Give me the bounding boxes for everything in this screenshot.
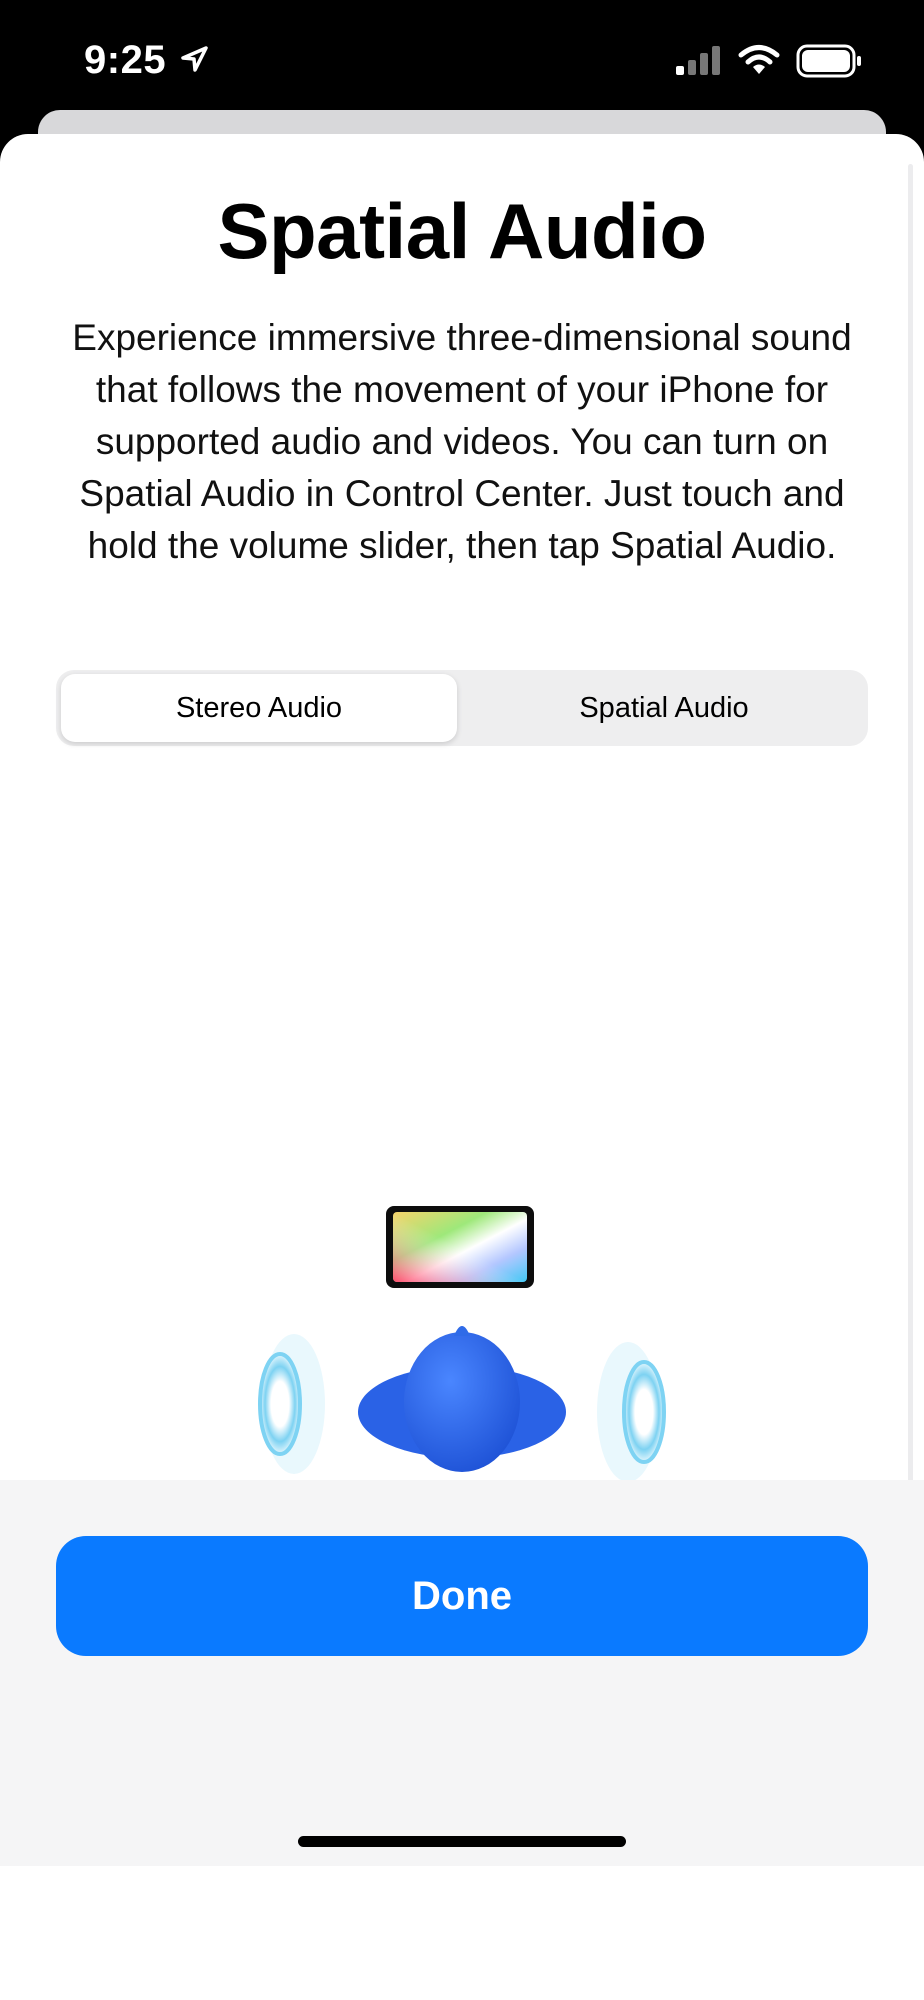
right-sound-wave-icon xyxy=(597,1342,666,1482)
done-button[interactable]: Done xyxy=(56,1536,868,1656)
segment-stereo-audio[interactable]: Stereo Audio xyxy=(61,674,457,742)
description-text: Experience immersive three-dimensional s… xyxy=(72,317,852,566)
listener-head-icon xyxy=(358,1326,566,1472)
audio-mode-segmented-control: Stereo Audio Spatial Audio xyxy=(56,670,868,746)
spatial-audio-illustration xyxy=(240,1060,684,1500)
ipad-screen-icon xyxy=(386,1206,534,1288)
cellular-signal-icon xyxy=(674,44,722,81)
location-arrow-icon xyxy=(180,44,210,79)
page-title: Spatial Audio xyxy=(217,187,707,275)
wifi-icon xyxy=(738,44,780,81)
left-sound-wave-icon xyxy=(258,1334,325,1474)
status-time: 9:25 xyxy=(84,38,167,82)
battery-icon xyxy=(796,44,862,83)
status-bar: 9:25 xyxy=(0,0,924,120)
scroll-indicator xyxy=(908,164,913,1504)
segment-spatial-audio[interactable]: Spatial Audio xyxy=(466,674,862,742)
home-indicator[interactable] xyxy=(298,1836,626,1847)
